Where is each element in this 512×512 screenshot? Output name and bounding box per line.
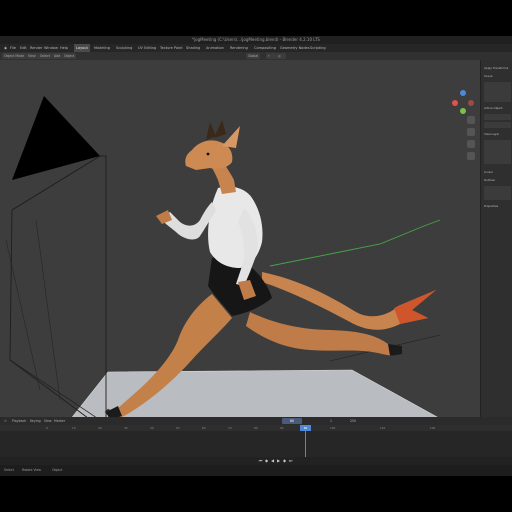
prev-keyframe-icon[interactable]: ◆ bbox=[264, 458, 269, 464]
tab-geometry-nodes[interactable]: Geometry Nodes bbox=[280, 44, 310, 52]
tick-label: 20 bbox=[98, 426, 102, 430]
tick-label: 70 bbox=[228, 426, 232, 430]
npanel-panel-box-3 bbox=[484, 186, 511, 200]
window-title: *jogMeeting (C:\Users\...\jogMeeting.ble… bbox=[192, 37, 320, 42]
npanel-section-view-layer[interactable]: View Layer bbox=[484, 132, 511, 136]
play-reverse-icon[interactable]: ◀ bbox=[270, 458, 275, 464]
camera-frustum bbox=[9, 155, 107, 417]
start-frame-field[interactable]: 1 bbox=[330, 417, 332, 425]
y-axis-icon[interactable] bbox=[460, 108, 466, 114]
scene-canvas bbox=[5, 96, 441, 417]
object-menu[interactable]: Object bbox=[62, 53, 77, 59]
proportional-edit-icon[interactable]: ◎ bbox=[276, 53, 286, 59]
menu-window[interactable]: Window bbox=[44, 44, 58, 52]
transform-orientation[interactable]: Global bbox=[246, 53, 261, 59]
tick-label: 110 bbox=[380, 426, 386, 430]
tab-sculpting[interactable]: Sculpting bbox=[116, 44, 132, 52]
npanel-section-outliner[interactable]: Outliner bbox=[484, 178, 511, 182]
tick-label: 0 bbox=[46, 426, 48, 430]
npanel-field[interactable] bbox=[484, 114, 511, 120]
npanel-panel-box-2 bbox=[484, 140, 511, 164]
playback-controls: ⏮ ◆ ◀ ▶ ◆ ⏭ bbox=[0, 457, 512, 465]
status-select: Select bbox=[4, 468, 14, 472]
tab-compositing[interactable]: Compositing bbox=[254, 44, 276, 52]
npanel-field-2[interactable] bbox=[484, 122, 511, 128]
tick-label: 80 bbox=[254, 426, 258, 430]
tick-label: 40 bbox=[150, 426, 154, 430]
add-menu[interactable]: Add bbox=[52, 53, 63, 59]
top-menu-bar: ◉ File Edit Render Window Help Layout Mo… bbox=[0, 44, 512, 52]
status-rotate-view: Rotate View bbox=[22, 468, 42, 472]
tick-label: 30 bbox=[124, 426, 128, 430]
x-axis-icon[interactable] bbox=[452, 100, 458, 106]
tick-label: 60 bbox=[202, 426, 206, 430]
playhead-frame-label: 60 bbox=[300, 425, 311, 431]
menu-render[interactable]: Render bbox=[30, 44, 42, 52]
menu-help[interactable]: Help bbox=[60, 44, 68, 52]
menu-file[interactable]: File bbox=[10, 44, 16, 52]
npanel-section-cursor[interactable]: Cursor bbox=[484, 170, 511, 174]
npanel-section-properties[interactable]: Properties bbox=[484, 204, 511, 208]
tab-uv-editing[interactable]: UV Editing bbox=[138, 44, 156, 52]
3d-viewport[interactable] bbox=[0, 60, 480, 417]
tick-label: 50 bbox=[176, 426, 180, 430]
timeline-menu-view[interactable]: View bbox=[44, 417, 52, 425]
end-frame-field[interactable]: 250 bbox=[350, 417, 356, 425]
camera-icon bbox=[12, 96, 100, 180]
jump-end-icon[interactable]: ⏭ bbox=[288, 458, 293, 464]
z-axis-icon[interactable] bbox=[460, 90, 466, 96]
npanel-panel-box bbox=[484, 82, 511, 102]
tab-scripting[interactable]: Scripting bbox=[310, 44, 326, 52]
timeline-menu-marker[interactable]: Marker bbox=[54, 417, 65, 425]
tab-layout[interactable]: Layout bbox=[74, 44, 90, 52]
camera-view-icon[interactable] bbox=[467, 140, 475, 148]
jump-start-icon[interactable]: ⏮ bbox=[258, 458, 263, 464]
tab-texture-paint[interactable]: Texture Paint bbox=[160, 44, 183, 52]
npanel-section-apply[interactable]: Apply Transforms bbox=[484, 66, 511, 70]
play-icon[interactable]: ▶ bbox=[276, 458, 281, 464]
pan-icon[interactable] bbox=[467, 128, 475, 136]
mode-select[interactable]: Object Mode bbox=[2, 53, 27, 59]
npanel-section-active-object[interactable]: Active Object bbox=[484, 106, 511, 110]
select-menu[interactable]: Select bbox=[38, 53, 52, 59]
snap-icon[interactable]: ⌖ bbox=[266, 53, 276, 59]
tick-label: 100 bbox=[330, 426, 336, 430]
timeline-menu-keying[interactable]: Keying bbox=[30, 417, 41, 425]
sidebar-n-panel: Apply Transforms Scene Active Object Vie… bbox=[480, 60, 512, 417]
tab-animation[interactable]: Animation bbox=[206, 44, 224, 52]
status-object: Object bbox=[52, 468, 63, 472]
timeline-editor-icon[interactable]: ⏱ bbox=[4, 417, 7, 425]
motion-path bbox=[269, 219, 441, 267]
next-keyframe-icon[interactable]: ◆ bbox=[282, 458, 287, 464]
npanel-section-scene[interactable]: Scene bbox=[484, 74, 511, 78]
zoom-icon[interactable] bbox=[467, 116, 475, 124]
menu-edit[interactable]: Edit bbox=[20, 44, 27, 52]
blender-logo-icon[interactable]: ◉ bbox=[4, 44, 7, 52]
tick-label: 90 bbox=[280, 426, 284, 430]
viewport-header: Object Mode View Select Add Object Globa… bbox=[0, 52, 512, 60]
status-bar: Select Rotate View Object bbox=[0, 465, 512, 476]
tab-shading[interactable]: Shading bbox=[186, 44, 200, 52]
view-menu[interactable]: View bbox=[26, 53, 38, 59]
blender-window: *jogMeeting (C:\Users\...\jogMeeting.ble… bbox=[0, 36, 512, 476]
tick-label: 10 bbox=[72, 426, 76, 430]
frame-ruler[interactable]: 0 10 20 30 40 50 60 70 80 90 100 110 120 bbox=[0, 425, 512, 431]
tab-rendering[interactable]: Rendering bbox=[230, 44, 248, 52]
neg-x-axis-icon[interactable] bbox=[468, 100, 474, 106]
perspective-toggle-icon[interactable] bbox=[467, 152, 475, 160]
title-bar: *jogMeeting (C:\Users\...\jogMeeting.ble… bbox=[0, 36, 512, 44]
tick-label: 120 bbox=[430, 426, 436, 430]
timeline-menu-playback[interactable]: Playback bbox=[12, 417, 26, 425]
current-frame-field[interactable]: 60 bbox=[282, 418, 302, 424]
timeline-header: ⏱ Playback Keying View Marker 60 1 250 bbox=[0, 417, 512, 425]
tab-modeling[interactable]: Modeling bbox=[94, 44, 110, 52]
